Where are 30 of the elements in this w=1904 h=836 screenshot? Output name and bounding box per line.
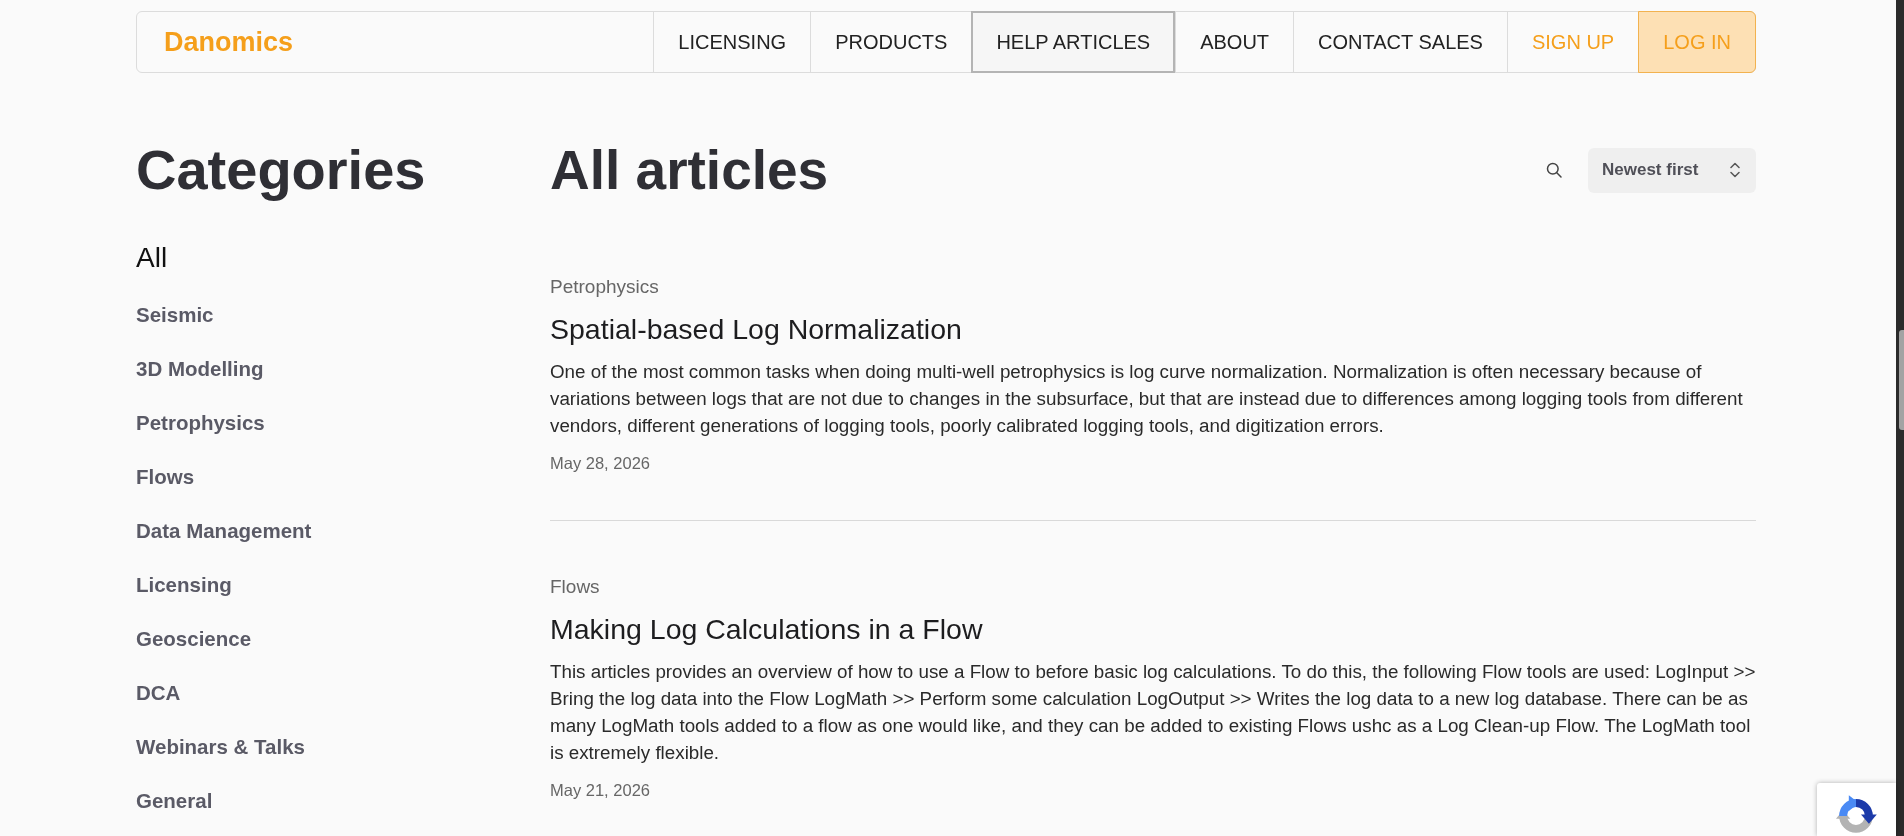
nav-link[interactable]: ABOUT: [1175, 12, 1294, 72]
category-link[interactable]: General: [136, 787, 213, 815]
nav-link[interactable]: LICENSING: [653, 12, 811, 72]
category-link[interactable]: Flows: [136, 463, 195, 491]
category-link[interactable]: Webinars & Talks: [136, 733, 305, 761]
chevron-up-down-icon: [1730, 162, 1740, 178]
article-date: May 28, 2026: [550, 453, 650, 474]
category-link[interactable]: DCA: [136, 679, 181, 707]
categories-heading: Categories: [136, 140, 427, 200]
scrollbar-thumb[interactable]: [1899, 330, 1904, 430]
sort-select[interactable]: Newest first: [1588, 147, 1756, 193]
category-link[interactable]: Geoscience: [136, 625, 252, 653]
page-heading: All articles: [550, 140, 829, 200]
article-title[interactable]: Making Log Calculations in a Flow: [550, 611, 983, 647]
article-category: Flows: [550, 575, 600, 599]
category-link[interactable]: Data Management: [136, 517, 312, 545]
search-icon[interactable]: [1546, 162, 1562, 178]
article-title[interactable]: Spatial-based Log Normalization: [550, 311, 962, 347]
article-summary: One of the most common tasks when doing multi-well petrophysics is log curve normalization. Normalization is often necessary because of variations between logs that are not due to changes in the subsurface, but that are instead due to differences among logging tools from different vendors, different generations of logging tools, poorly calibrated logging tools, and digitization errors.: [550, 360, 1744, 438]
article-category: Petrophysics: [550, 275, 659, 299]
circular-arrows-icon: [1833, 793, 1879, 836]
nav-link[interactable]: CONTACT SALES: [1293, 12, 1507, 72]
category-link[interactable]: All: [136, 240, 168, 275]
category-link[interactable]: Seismic: [136, 301, 214, 329]
article-date: May 21, 2026: [550, 780, 650, 801]
category-link[interactable]: Petrophysics: [136, 409, 265, 437]
nav-link[interactable]: HELP ARTICLES: [971, 11, 1176, 73]
category-link[interactable]: Licensing: [136, 571, 232, 599]
article-summary: This articles provides an overview of how to use a Flow to before basic log calculations. To do this, the following Flow tools are used: LogInput >> Bring the log data into the Flow LogMath >> Perform some calculation LogOutput >> Writes the log data to a new log database. There can be as many LogMath tools added to a flow as one would like, and they can be added to existing Flows ushc as a Log Clean-up Flow. The LogMath tool is extremely flexible.: [550, 660, 1756, 765]
category-link[interactable]: 3D Modelling: [136, 355, 264, 383]
